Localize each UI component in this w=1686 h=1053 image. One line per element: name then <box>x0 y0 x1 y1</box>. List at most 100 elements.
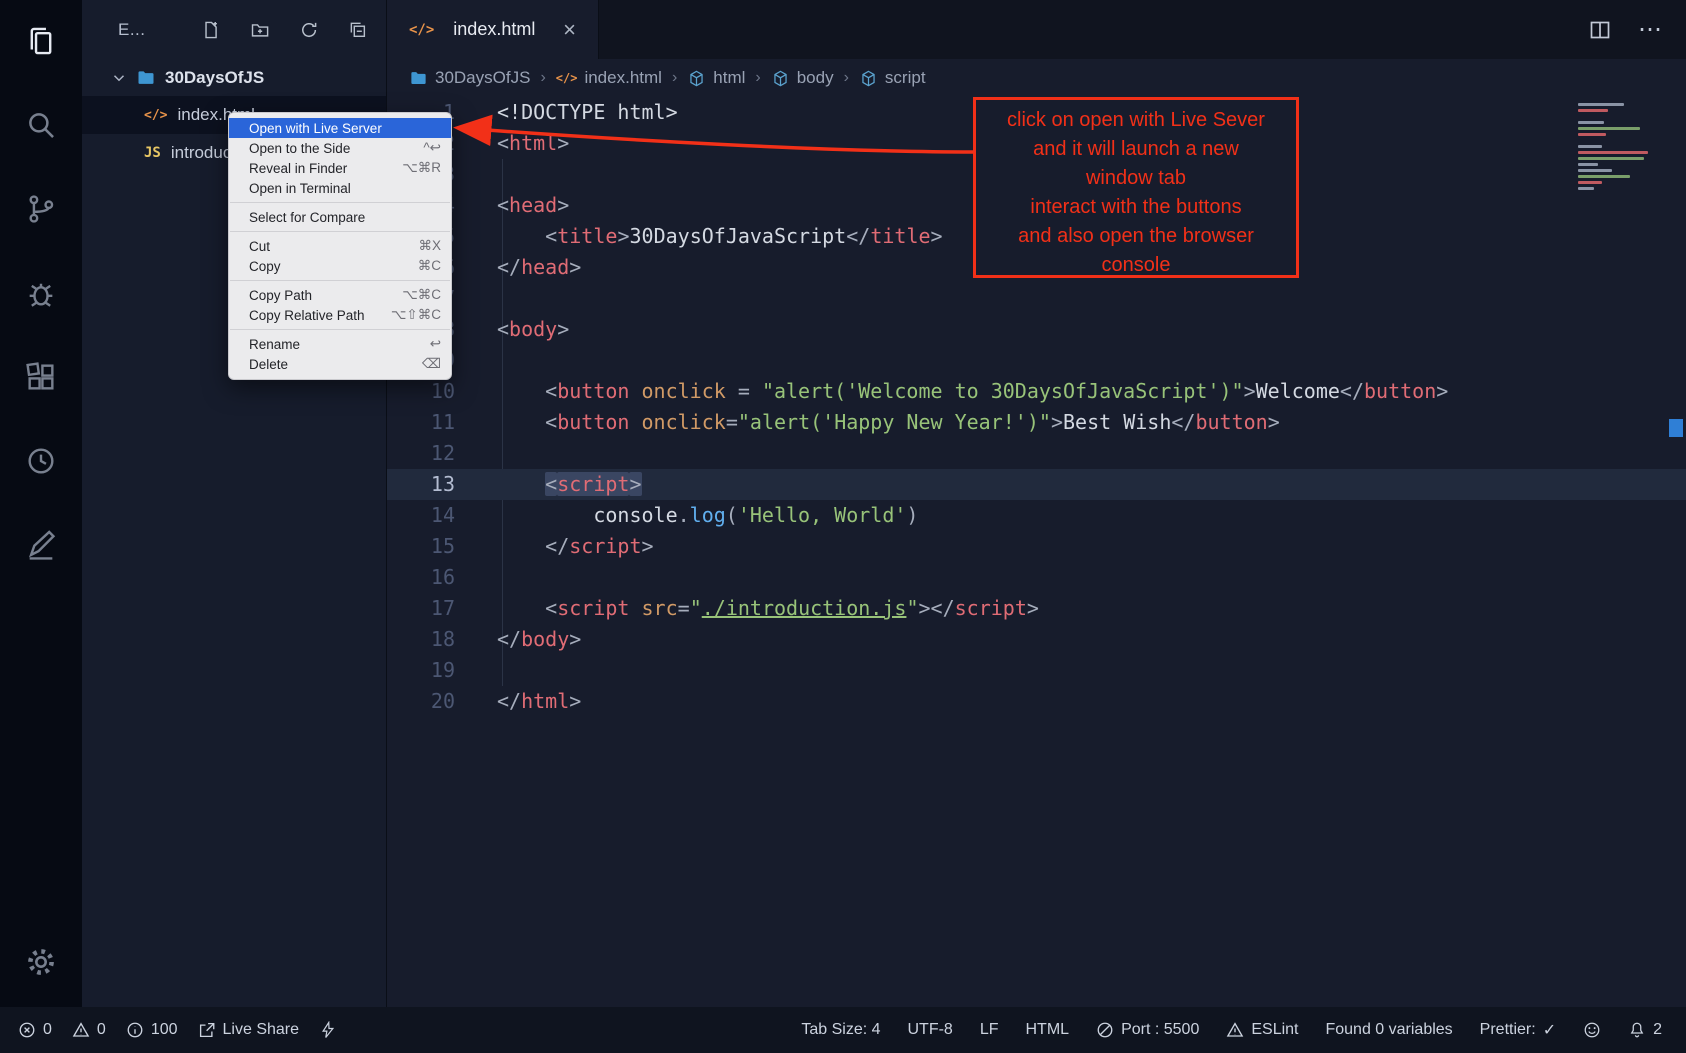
port-label: Port : 5500 <box>1121 1021 1199 1039</box>
code-line[interactable]: 17 <script src="./introduction.js"></scr… <box>387 593 1686 624</box>
live-share-status[interactable]: Live Share <box>198 1021 300 1039</box>
line-number: 17 <box>387 593 455 624</box>
menu-item-open-with-live-server[interactable]: Open with Live Server <box>229 118 451 138</box>
search-icon[interactable] <box>24 108 58 142</box>
vscode-window: E... 30DaysOfJS </> in <box>0 0 1686 1053</box>
breadcrumb-separator: › <box>755 69 760 87</box>
explorer-title: E... <box>118 20 146 40</box>
line-number: 13 <box>387 469 455 500</box>
check-icon: ✓ <box>1543 1020 1556 1040</box>
chevron-down-icon <box>110 69 128 87</box>
code-line[interactable]: 14 console.log('Hello, World') <box>387 500 1686 531</box>
info-status[interactable]: 100 <box>126 1021 178 1039</box>
pencil-icon[interactable] <box>24 528 58 562</box>
code-line[interactable]: 2<html> <box>387 128 1686 159</box>
menu-item-open-in-terminal[interactable]: Open in Terminal <box>229 178 451 198</box>
breadcrumb-separator: › <box>844 69 849 87</box>
menu-item-rename[interactable]: Rename↩ <box>229 334 451 354</box>
bolt-status[interactable] <box>319 1021 337 1039</box>
breadcrumb-label: 30DaysOfJS <box>435 68 530 88</box>
menu-item-label: Reveal in Finder <box>249 161 388 176</box>
code-line[interactable]: 5 <title>30DaysOfJavaScript</title> <box>387 221 1686 252</box>
menu-item-open-to-the-side[interactable]: Open to the Side^↩ <box>229 138 451 158</box>
code-line[interactable]: 20</html> <box>387 686 1686 717</box>
tab-close-icon[interactable]: × <box>559 17 580 43</box>
code-line[interactable]: 8<body> <box>387 314 1686 345</box>
settings-gear-icon[interactable] <box>24 945 58 979</box>
tab-size-status[interactable]: Tab Size: 4 <box>801 1021 880 1039</box>
variables-status[interactable]: Found 0 variables <box>1325 1021 1452 1039</box>
menu-item-label: Open in Terminal <box>249 181 441 196</box>
code-line[interactable]: 16 <box>387 562 1686 593</box>
editor-group: </> index.html × ⋯ 30DaysOfJS › </>index.h… <box>387 0 1686 1007</box>
breadcrumb-item-30daysofjs[interactable]: 30DaysOfJS <box>409 68 530 88</box>
code-line[interactable]: 1<!DOCTYPE html> <box>387 97 1686 128</box>
eslint-label: ESLint <box>1251 1021 1298 1039</box>
code-area[interactable]: 1<!DOCTYPE html>2<html>34<head>5 <title>… <box>387 97 1686 717</box>
collapse-all-icon[interactable] <box>348 19 368 41</box>
extensions-icon[interactable] <box>24 360 58 394</box>
breadcrumb-label: index.html <box>584 68 661 88</box>
port-status[interactable]: Port : 5500 <box>1096 1021 1199 1039</box>
language-status[interactable]: HTML <box>1026 1021 1070 1039</box>
code-line[interactable]: 10 <button onclick = "alert('Welcome to … <box>387 376 1686 407</box>
tab-index-html[interactable]: </> index.html × <box>387 0 599 59</box>
source-control-icon[interactable] <box>24 192 58 226</box>
code-line[interactable]: 12 <box>387 438 1686 469</box>
breadcrumb-item-script[interactable]: script <box>859 68 926 88</box>
code-line[interactable]: 13 <script> <box>387 469 1686 500</box>
menu-item-copy-path[interactable]: Copy Path⌥⌘C <box>229 285 451 305</box>
menu-item-copy-relative-path[interactable]: Copy Relative Path⌥⇧⌘C <box>229 305 451 325</box>
code-line[interactable]: 19 <box>387 655 1686 686</box>
menu-item-reveal-in-finder[interactable]: Reveal in Finder⌥⌘R <box>229 158 451 178</box>
more-actions-icon[interactable]: ⋯ <box>1638 15 1664 44</box>
code-line[interactable]: 7 <box>387 283 1686 314</box>
html-file-icon: </> <box>144 108 167 123</box>
menu-item-copy[interactable]: Copy⌘C <box>229 256 451 276</box>
code-line[interactable]: 15 </script> <box>387 531 1686 562</box>
prettier-status[interactable]: Prettier: ✓ <box>1480 1020 1556 1040</box>
menu-item-select-for-compare[interactable]: Select for Compare <box>229 207 451 227</box>
code-line[interactable]: 6</head> <box>387 252 1686 283</box>
feedback-status[interactable] <box>1583 1021 1601 1039</box>
code-line[interactable]: 4<head> <box>387 190 1686 221</box>
code-line[interactable]: 18</body> <box>387 624 1686 655</box>
project-folder-icon <box>136 68 156 88</box>
notifications-status[interactable]: 2 <box>1628 1021 1662 1039</box>
tab-bar: </> index.html × ⋯ <box>387 0 1686 59</box>
new-file-icon[interactable] <box>201 19 221 41</box>
code-line[interactable]: 11 <button onclick="alert('Happy New Yea… <box>387 407 1686 438</box>
split-editor-icon[interactable] <box>1588 18 1612 42</box>
encoding-status[interactable]: UTF-8 <box>908 1021 953 1039</box>
minimap[interactable] <box>1578 103 1656 193</box>
debug-icon[interactable] <box>24 276 58 310</box>
live-share-label: Live Share <box>223 1021 300 1039</box>
line-number: 14 <box>387 500 455 531</box>
menu-item-cut[interactable]: Cut⌘X <box>229 236 451 256</box>
breadcrumb-separator: › <box>672 69 677 87</box>
eslint-status[interactable]: ESLint <box>1226 1021 1298 1039</box>
tree-root-30daysofjs[interactable]: 30DaysOfJS <box>82 59 386 96</box>
code-line[interactable]: 9 <box>387 345 1686 376</box>
menu-item-shortcut: ⌫ <box>422 356 441 372</box>
refresh-icon[interactable] <box>299 19 319 41</box>
new-folder-icon[interactable] <box>250 19 270 41</box>
line-number: 11 <box>387 407 455 438</box>
warnings-status[interactable]: 0 <box>72 1021 106 1039</box>
line-number: 18 <box>387 624 455 655</box>
history-icon[interactable] <box>24 444 58 478</box>
breadcrumb-item-index.html[interactable]: </>index.html <box>556 68 662 88</box>
breadcrumb-label: script <box>885 68 926 88</box>
share-icon <box>198 1021 216 1039</box>
explorer-icon[interactable] <box>24 24 58 58</box>
line-number: 16 <box>387 562 455 593</box>
code-line[interactable]: 3 <box>387 159 1686 190</box>
breadcrumb-item-html[interactable]: html <box>687 68 745 88</box>
overview-ruler-marker <box>1669 419 1683 437</box>
breadcrumb-item-body[interactable]: body <box>771 68 834 88</box>
menu-separator <box>230 329 450 330</box>
bell-icon <box>1628 1021 1646 1039</box>
eol-status[interactable]: LF <box>980 1021 999 1039</box>
errors-status[interactable]: 0 <box>18 1021 52 1039</box>
menu-item-delete[interactable]: Delete⌫ <box>229 354 451 374</box>
